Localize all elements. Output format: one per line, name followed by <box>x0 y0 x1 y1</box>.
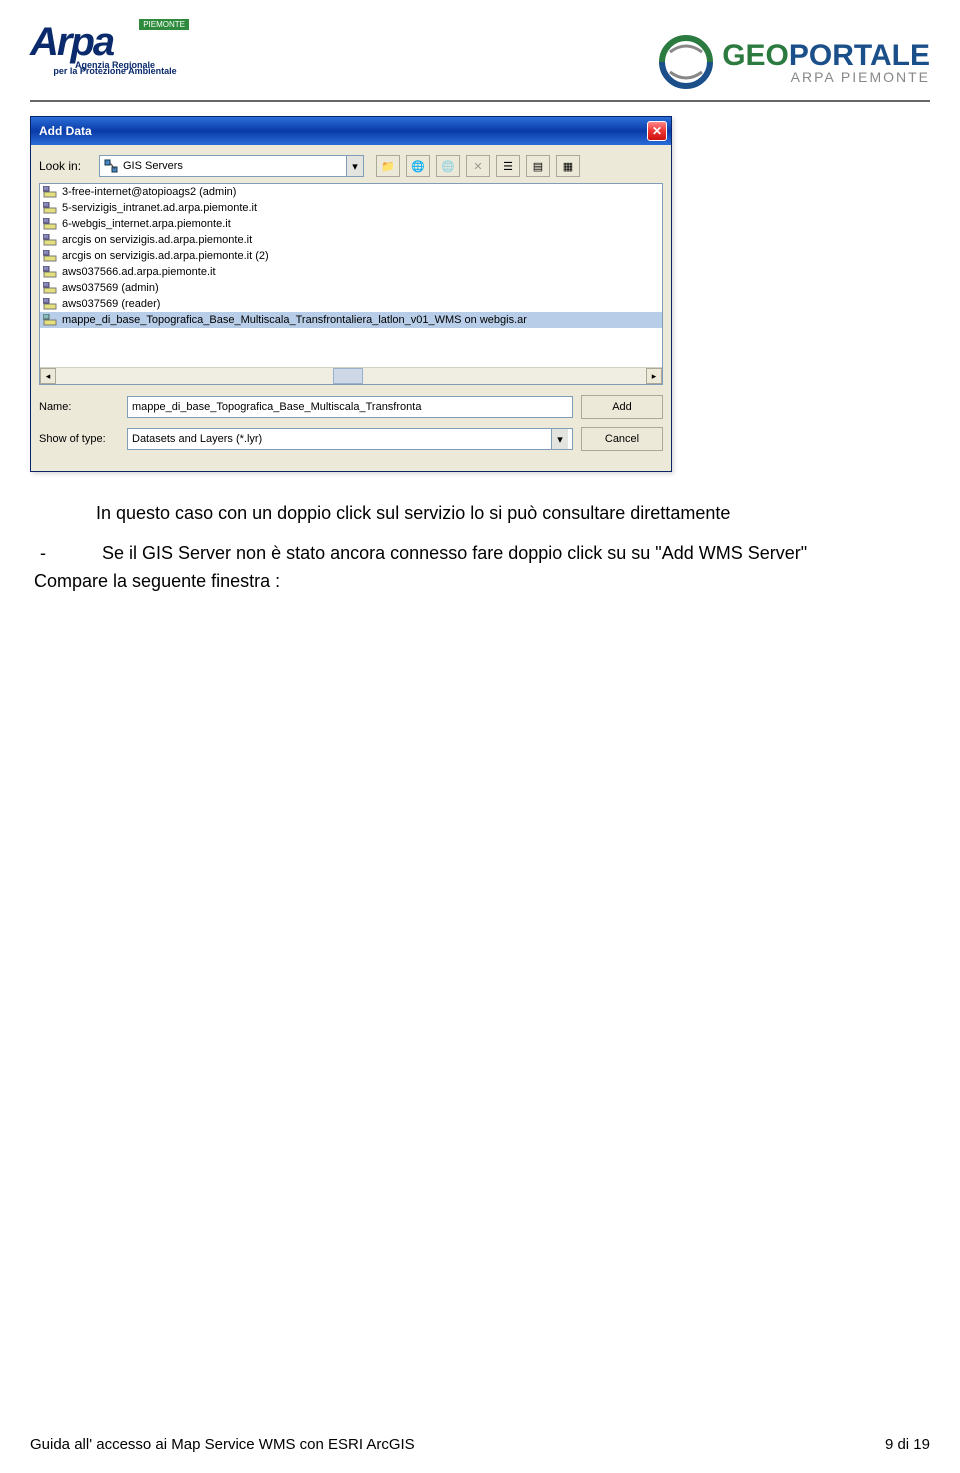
dropdown-arrow-icon: ▾ <box>551 429 568 449</box>
dialog-titlebar[interactable]: Add Data ✕ <box>31 117 671 145</box>
dialog-form: Name: mappe_di_base_Topografica_Base_Mul… <box>31 385 671 471</box>
delete-icon: ✕ <box>473 160 482 173</box>
dropdown-arrow-icon: ▾ <box>346 156 363 176</box>
look-in-dropdown[interactable]: GIS Servers ▾ <box>99 155 364 177</box>
page-footer: Guida all' accesso ai Map Service WMS co… <box>30 1416 930 1453</box>
body-text: In questo caso con un doppio click sul s… <box>34 500 926 608</box>
list-item[interactable]: aws037569 (reader) <box>40 296 662 312</box>
disconnect-icon: 🌐 <box>441 160 455 173</box>
servers-icon <box>103 158 119 174</box>
up-folder-icon: 📁 <box>381 160 395 173</box>
list-item-selected[interactable]: mappe_di_base_Topografica_Base_Multiscal… <box>40 312 662 328</box>
paragraph-1: In questo caso con un doppio click sul s… <box>96 500 926 528</box>
name-label: Name: <box>39 401 119 413</box>
list-item[interactable]: 3-free-internet@atopioags2 (admin) <box>40 184 662 200</box>
thumbnails-view-button[interactable]: ▦ <box>556 155 580 177</box>
details-icon: ▤ <box>533 160 543 173</box>
globe-icon <box>656 32 716 92</box>
add-button[interactable]: Add <box>581 395 663 419</box>
footer-title: Guida all' accesso ai Map Service WMS co… <box>30 1436 415 1453</box>
delete-button[interactable]: ✕ <box>466 155 490 177</box>
connect-icon: 🌐 <box>411 160 425 173</box>
server-icon <box>42 281 58 295</box>
file-list[interactable]: 3-free-internet@atopioags2 (admin) 5-ser… <box>39 183 663 385</box>
list-item[interactable]: aws037569 (admin) <box>40 280 662 296</box>
scroll-right-button[interactable]: ▸ <box>646 368 662 384</box>
list-item[interactable]: 6-webgis_internet.arpa.piemonte.it <box>40 216 662 232</box>
geoportale-logo: GEOPORTALE ARPA PIEMONTE <box>656 32 930 92</box>
list-item[interactable]: 5-servizigis_intranet.ad.arpa.piemonte.i… <box>40 200 662 216</box>
scroll-left-button[interactable]: ◂ <box>40 368 56 384</box>
list-item[interactable]: arcgis on servizigis.ad.arpa.piemonte.it… <box>40 248 662 264</box>
list-icon: ☰ <box>503 160 513 173</box>
up-folder-button[interactable]: 📁 <box>376 155 400 177</box>
type-value: Datasets and Layers (*.lyr) <box>132 433 262 445</box>
bullet-dash: - <box>40 540 102 568</box>
cancel-button[interactable]: Cancel <box>581 427 663 451</box>
close-icon: ✕ <box>652 124 662 138</box>
arpa-badge: PIEMONTE <box>138 18 190 31</box>
thumbnails-icon: ▦ <box>563 160 573 173</box>
arpa-logo: PIEMONTE Arpa Agenzia Regionale per la P… <box>30 20 200 92</box>
add-data-dialog: Add Data ✕ Look in: GIS Servers ▾ 📁 🌐 <box>30 116 672 472</box>
list-item[interactable]: arcgis on servizigis.ad.arpa.piemonte.it <box>40 232 662 248</box>
close-button[interactable]: ✕ <box>647 121 667 141</box>
list-view-button[interactable]: ☰ <box>496 155 520 177</box>
geoportale-geo: GEO <box>722 39 789 72</box>
server-icon <box>42 233 58 247</box>
arpa-sub2: per la Protezione Ambientale <box>30 67 200 77</box>
wms-icon <box>42 313 58 327</box>
server-icon <box>42 217 58 231</box>
list-item[interactable]: aws037566.ad.arpa.piemonte.it <box>40 264 662 280</box>
dialog-toolbar: Look in: GIS Servers ▾ 📁 🌐 🌐 ✕ ☰ ▤ ▦ <box>31 145 671 183</box>
server-icon <box>42 201 58 215</box>
dialog-title: Add Data <box>39 124 92 138</box>
page-header: PIEMONTE Arpa Agenzia Regionale per la P… <box>30 20 930 102</box>
paragraph-2: Se il GIS Server non è stato ancora conn… <box>102 540 807 568</box>
look-in-value: GIS Servers <box>123 160 183 172</box>
horizontal-scrollbar[interactable]: ◂ ▸ <box>40 367 662 384</box>
server-icon <box>42 265 58 279</box>
details-view-button[interactable]: ▤ <box>526 155 550 177</box>
scroll-track[interactable] <box>56 368 646 384</box>
page-number: 9 di 19 <box>885 1436 930 1453</box>
server-icon <box>42 185 58 199</box>
disconnect-button[interactable]: 🌐 <box>436 155 460 177</box>
type-dropdown[interactable]: Datasets and Layers (*.lyr) ▾ <box>127 428 573 450</box>
connect-button[interactable]: 🌐 <box>406 155 430 177</box>
look-in-label: Look in: <box>39 159 93 173</box>
paragraph-3: Compare la seguente finestra : <box>34 568 926 596</box>
type-label: Show of type: <box>39 433 119 445</box>
scroll-thumb[interactable] <box>333 368 363 384</box>
geoportale-portale: PORTALE <box>789 39 930 72</box>
server-icon <box>42 297 58 311</box>
server-icon <box>42 249 58 263</box>
name-value: mappe_di_base_Topografica_Base_Multiscal… <box>132 401 421 413</box>
name-input[interactable]: mappe_di_base_Topografica_Base_Multiscal… <box>127 396 573 418</box>
